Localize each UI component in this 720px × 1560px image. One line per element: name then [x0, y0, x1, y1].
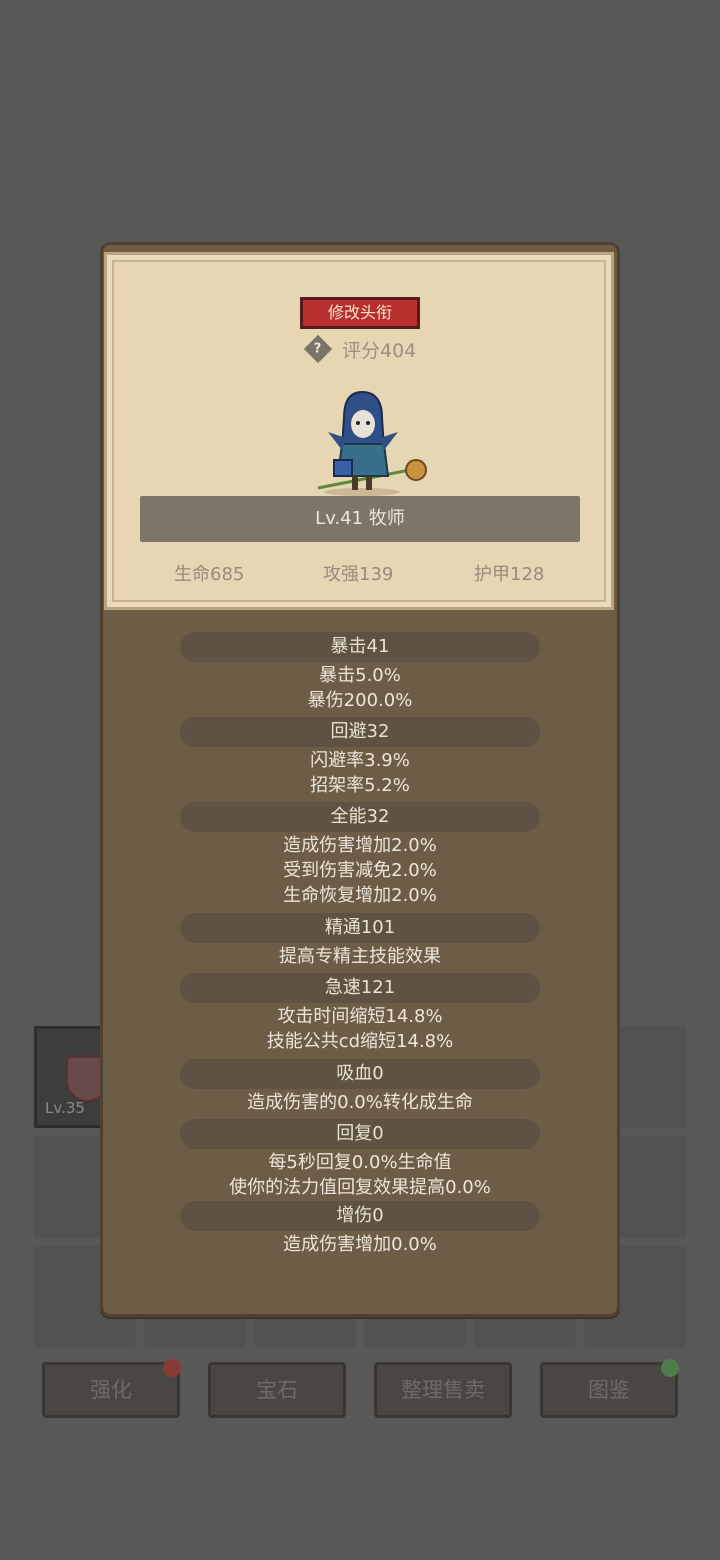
crit-rate: 暴击5.0%: [319, 665, 401, 686]
slot-level: Lv.35: [45, 1099, 85, 1117]
versatility-header: 全能32: [180, 802, 540, 832]
damage-dealt: 造成伤害增加2.0%: [283, 835, 437, 856]
rename-title-button[interactable]: 修改头衔: [300, 297, 420, 329]
score-value: 评分404: [342, 339, 417, 362]
damage-bonus: 造成伤害增加0.0%: [283, 1234, 437, 1255]
evasion-header: 回避32: [180, 717, 540, 747]
question-icon[interactable]: ?: [303, 334, 333, 364]
alert-badge-icon: [163, 1359, 181, 1377]
dodge-rate: 闪避率3.9%: [310, 750, 410, 771]
gem-button[interactable]: 宝石: [208, 1362, 346, 1418]
crit-damage: 暴伤200.0%: [307, 690, 413, 711]
collection-button[interactable]: 图鉴: [540, 1359, 679, 1418]
mastery-header: 精通101: [180, 913, 540, 943]
new-badge-icon: [661, 1359, 679, 1377]
parry-rate: 招架率5.2%: [310, 775, 410, 796]
regen-header: 回复0: [180, 1119, 540, 1149]
hp-stat: 生命685: [174, 564, 245, 585]
lifesteal-header: 吸血0: [180, 1059, 540, 1089]
skill-cd: 技能公共cd缩短14.8%: [266, 1031, 454, 1052]
sort-sell-label: 整理售卖: [401, 1378, 485, 1402]
armor-stat: 护甲128: [474, 564, 545, 585]
haste-header: 急速121: [180, 973, 540, 1003]
hp-regen: 每5秒回复0.0%生命值: [268, 1152, 452, 1173]
damage-reduction: 受到伤害减免2.0%: [283, 860, 437, 881]
level-class-bar: Lv.41 牧师: [140, 496, 580, 542]
attack-stat: 攻强139: [323, 564, 394, 585]
healing-increase: 生命恢复增加2.0%: [283, 885, 437, 906]
crit-header: 暴击41: [180, 632, 540, 662]
attack-time: 攻击时间缩短14.8%: [277, 1006, 443, 1027]
enhance-button[interactable]: 强化: [42, 1359, 181, 1418]
sort-sell-button[interactable]: 整理售卖: [374, 1362, 512, 1418]
enhance-label: 强化: [90, 1378, 132, 1402]
character-avatar: [317, 390, 427, 496]
mana-regen: 使你的法力值回复效果提高0.0%: [229, 1177, 491, 1198]
lifesteal-effect: 造成伤害的0.0%转化成生命: [247, 1092, 473, 1113]
mastery-effect: 提高专精主技能效果: [279, 946, 441, 967]
collection-label: 图鉴: [588, 1378, 630, 1402]
gem-label: 宝石: [256, 1378, 298, 1402]
score-row: ? 评分404: [303, 334, 417, 364]
damage-bonus-header: 增伤0: [180, 1201, 540, 1231]
